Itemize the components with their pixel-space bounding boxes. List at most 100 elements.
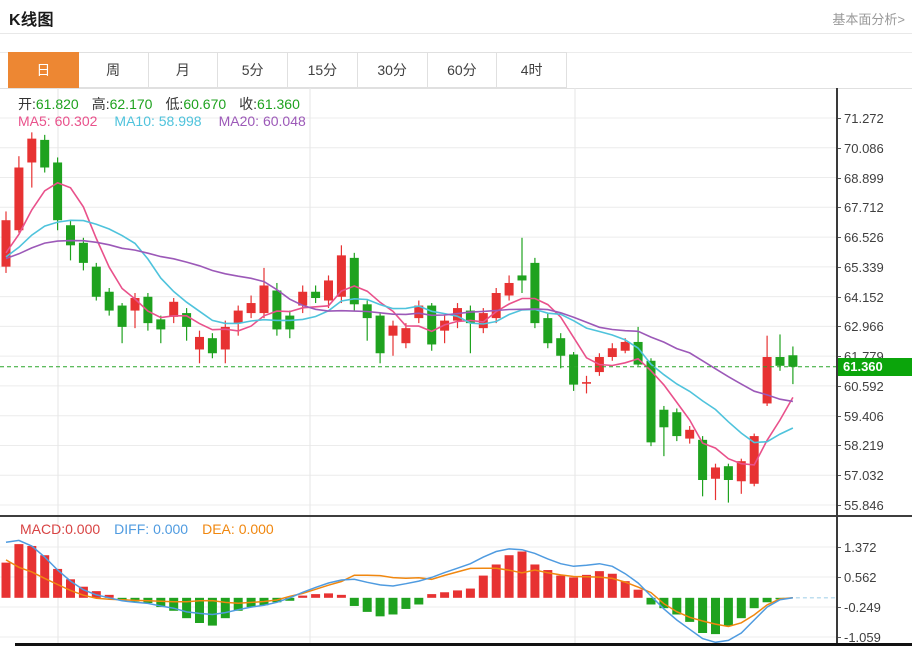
- candle: [698, 440, 707, 480]
- candle: [66, 225, 75, 245]
- candle: [247, 303, 256, 313]
- candle: [311, 292, 320, 298]
- close-readout: 收:61.360: [239, 94, 300, 114]
- candle: [556, 338, 565, 356]
- macd-bar: [401, 598, 410, 609]
- y-axis-label: 64.152: [844, 290, 884, 305]
- candle: [569, 355, 578, 385]
- candle: [401, 328, 410, 343]
- candle: [234, 311, 243, 324]
- macd-bar: [440, 592, 449, 598]
- y-axis-label: 71.272: [844, 111, 884, 126]
- ma20-readout: MA20: 60.048: [219, 113, 306, 129]
- macd-bar: [311, 594, 320, 598]
- tab-15分[interactable]: 15分: [288, 52, 358, 88]
- macd-bar: [350, 598, 359, 606]
- candle: [608, 348, 617, 357]
- y-axis-label: 0.562: [844, 570, 877, 585]
- ma5-readout: MA5: 60.302: [18, 113, 97, 129]
- y-axis-label: -0.249: [844, 600, 881, 615]
- macd-bar: [634, 590, 643, 598]
- macd-bar: [698, 598, 707, 633]
- tab-月[interactable]: 月: [149, 52, 219, 88]
- y-axis-label: 55.846: [844, 498, 884, 513]
- macd-bar: [518, 552, 527, 598]
- tab-60分[interactable]: 60分: [428, 52, 498, 88]
- macd-bar: [2, 563, 11, 598]
- macd-bar: [324, 593, 333, 597]
- tab-周[interactable]: 周: [79, 52, 149, 88]
- macd-bar: [569, 577, 578, 597]
- ma10-readout: MA10: 58.998: [114, 113, 201, 129]
- candle: [27, 139, 36, 163]
- candle: [285, 316, 294, 330]
- candle: [685, 430, 694, 439]
- macd-bar: [479, 576, 488, 598]
- macd-bar: [763, 598, 772, 602]
- candle: [776, 357, 785, 366]
- macd-bar: [466, 589, 475, 598]
- tab-日[interactable]: 日: [8, 52, 79, 88]
- candle: [195, 337, 204, 350]
- high-readout: 高:62.170: [92, 94, 153, 114]
- macd-bar: [724, 598, 733, 626]
- macd-bar: [595, 571, 604, 598]
- y-axis-label: 58.219: [844, 438, 884, 453]
- candle: [92, 267, 101, 297]
- candle: [711, 467, 720, 478]
- low-readout: 低:60.670: [165, 94, 226, 114]
- macd-bar: [376, 598, 385, 617]
- period-tab-bar: 日周月5分15分30分60分4时: [8, 52, 567, 88]
- macd-bar: [711, 598, 720, 634]
- macd-bar: [298, 596, 307, 598]
- y-axis-label: 68.899: [844, 171, 884, 186]
- dea-line: [6, 560, 793, 627]
- candle: [621, 342, 630, 351]
- macd-bar: [582, 575, 591, 598]
- macd-bar: [750, 598, 759, 608]
- main-candlestick-chart[interactable]: [0, 88, 836, 516]
- macd-bar: [14, 544, 23, 598]
- tab-5分[interactable]: 5分: [218, 52, 288, 88]
- candle: [2, 220, 11, 266]
- macd-bar: [414, 598, 423, 605]
- macd-bar: [389, 598, 398, 615]
- y-axis-label: 67.712: [844, 200, 884, 215]
- y-axis-label: 59.406: [844, 409, 884, 424]
- panel-divider: [0, 515, 912, 517]
- macd-bar: [492, 564, 501, 597]
- diff-value-readout: DIFF: 0.000: [114, 521, 188, 537]
- y-axis-label: 62.966: [844, 319, 884, 334]
- current-price-badge: 61.360: [838, 358, 912, 376]
- candle: [479, 313, 488, 328]
- candle: [118, 306, 127, 327]
- tab-30分[interactable]: 30分: [358, 52, 428, 88]
- candle: [260, 285, 269, 313]
- macd-readout: MACD:0.000 DIFF: 0.000 DEA: 0.000: [20, 521, 274, 537]
- macd-bar: [737, 598, 746, 618]
- page-title: K线图: [9, 6, 54, 30]
- candle: [543, 318, 552, 343]
- candle: [40, 140, 49, 168]
- ma10-line: [6, 220, 793, 442]
- macd-bar: [453, 590, 462, 597]
- candle: [169, 302, 178, 317]
- y-axis-label: 65.339: [844, 260, 884, 275]
- candle: [582, 382, 591, 384]
- candle: [14, 167, 23, 230]
- candle: [505, 283, 514, 296]
- open-readout: 开:61.820: [18, 94, 79, 114]
- bottom-border: [15, 643, 912, 646]
- candle: [659, 410, 668, 428]
- candle: [53, 162, 62, 220]
- macd-bar: [556, 576, 565, 598]
- candle: [324, 280, 333, 300]
- candle: [79, 243, 88, 263]
- header-divider: [0, 33, 912, 34]
- tab-4时[interactable]: 4时: [497, 52, 567, 88]
- ma-readout: MA5: 60.302 MA10: 58.998 MA20: 60.048: [18, 113, 306, 129]
- macd-bar: [221, 598, 230, 618]
- fundamental-analysis-link[interactable]: 基本面分析>: [832, 9, 905, 28]
- candle: [389, 326, 398, 336]
- candle: [647, 361, 656, 443]
